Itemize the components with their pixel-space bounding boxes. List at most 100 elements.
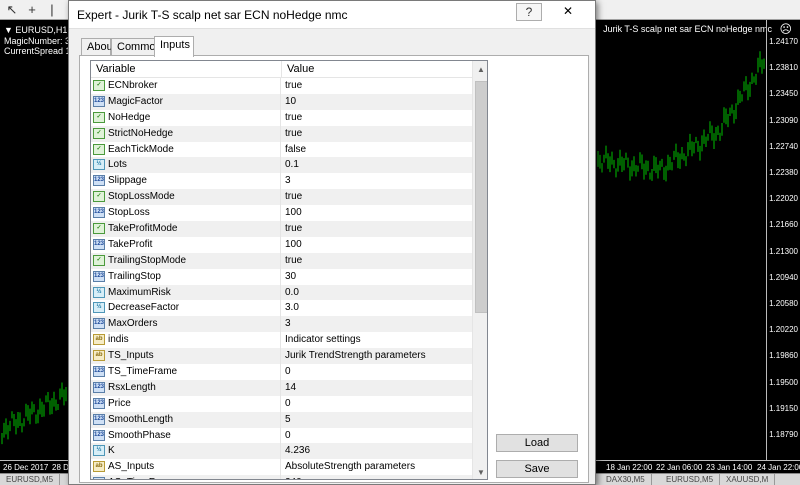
value-cell[interactable]: 5 bbox=[282, 412, 472, 428]
value-cell[interactable]: true bbox=[282, 126, 472, 142]
chart-tab[interactable]: EURUSD,M5 bbox=[660, 474, 721, 485]
value-cell[interactable]: true bbox=[282, 189, 472, 205]
column-value[interactable]: Value bbox=[282, 61, 472, 78]
scroll-thumb[interactable] bbox=[475, 81, 487, 313]
value-cell[interactable]: 10 bbox=[282, 94, 472, 110]
variable-cell[interactable]: 123 RsxLength bbox=[91, 379, 281, 396]
input-row[interactable]: ab indis Indicator settings bbox=[91, 332, 472, 349]
value-cell[interactable]: 100 bbox=[282, 205, 472, 221]
tab-inputs[interactable]: Inputs bbox=[154, 36, 194, 57]
price-label: 1.20220 bbox=[769, 325, 798, 335]
input-row[interactable]: ½ MaximumRisk 0.0 bbox=[91, 284, 472, 301]
variable-cell[interactable]: ab indis bbox=[91, 332, 281, 349]
variable-cell[interactable]: 123 SmoothLength bbox=[91, 411, 281, 428]
load-button[interactable]: Load bbox=[496, 434, 578, 452]
input-row[interactable]: ✓ NoHedge true bbox=[91, 109, 472, 126]
variable-cell[interactable]: ✓ ECNbroker bbox=[91, 78, 281, 94]
variable-cell[interactable]: ½ MaximumRisk bbox=[91, 284, 281, 301]
crosshair-icon[interactable]: + bbox=[24, 2, 40, 18]
variable-cell[interactable]: 123 TrailingStop bbox=[91, 268, 281, 285]
chart-tab[interactable]: XAUUSD,M bbox=[720, 474, 776, 485]
value-cell[interactable]: true bbox=[282, 110, 472, 126]
input-row[interactable]: ½ Lots 0.1 bbox=[91, 157, 472, 174]
value-cell[interactable]: Jurik TrendStrength parameters bbox=[282, 348, 472, 364]
input-row[interactable]: ✓ StrictNoHedge true bbox=[91, 125, 472, 142]
value-cell[interactable]: 30 bbox=[282, 269, 472, 285]
chart-tab[interactable]: DAX30,M5 bbox=[600, 474, 652, 485]
input-row[interactable]: 123 RsxLength 14 bbox=[91, 379, 472, 396]
value-cell[interactable]: 0 bbox=[282, 364, 472, 380]
variable-cell[interactable]: 123 TakeProfit bbox=[91, 236, 281, 253]
input-row[interactable]: ✓ ECNbroker true bbox=[91, 78, 472, 94]
variable-cell[interactable]: 123 TS_TimeFrame bbox=[91, 364, 281, 380]
variable-cell[interactable]: ½ DecreaseFactor bbox=[91, 300, 281, 317]
value-cell[interactable]: 3 bbox=[282, 316, 472, 332]
input-row[interactable]: 123 MaxOrders 3 bbox=[91, 316, 472, 333]
input-row[interactable]: ½ DecreaseFactor 3.0 bbox=[91, 300, 472, 317]
input-row[interactable]: ✓ StopLossMode true bbox=[91, 189, 472, 206]
value-cell[interactable]: AbsoluteStrength parameters bbox=[282, 459, 472, 475]
input-row[interactable]: ab TS_Inputs Jurik TrendStrength parameter… bbox=[91, 348, 472, 365]
chart-tab[interactable]: EURUSD,M5 bbox=[0, 474, 61, 485]
cursor-icon[interactable]: ↖ bbox=[4, 2, 20, 18]
variable-cell[interactable]: 123AS_TimeFrame bbox=[91, 475, 281, 479]
value-cell[interactable]: true bbox=[282, 253, 472, 269]
help-button[interactable]: ? bbox=[516, 3, 542, 21]
save-button[interactable]: Save bbox=[496, 460, 578, 478]
variable-cell[interactable]: ½K bbox=[91, 443, 281, 460]
value-cell[interactable]: 3 bbox=[282, 173, 472, 189]
input-row[interactable]: 123 SmoothPhase 0 bbox=[91, 427, 472, 444]
input-row[interactable]: 123 SmoothLength 5 bbox=[91, 411, 472, 428]
variable-cell[interactable]: ✓ TakeProfitMode bbox=[91, 221, 281, 237]
input-row[interactable]: ab AS_Inputs AbsoluteStrength parameters bbox=[91, 459, 472, 476]
variable-cell[interactable]: ab AS_Inputs bbox=[91, 459, 281, 476]
value-cell[interactable]: 0.0 bbox=[282, 285, 472, 301]
variable-cell[interactable]: 123 StopLoss bbox=[91, 205, 281, 222]
input-row[interactable]: 123 MagicFactor 10 bbox=[91, 93, 472, 110]
tab-about[interactable]: About bbox=[81, 38, 116, 56]
value-cell[interactable]: true bbox=[282, 78, 472, 94]
scroll-down-icon[interactable]: ▼ bbox=[473, 464, 487, 479]
scroll-up-icon[interactable]: ▲ bbox=[473, 61, 487, 78]
variable-cell[interactable]: ✓ StrictNoHedge bbox=[91, 125, 281, 142]
variable-cell[interactable]: 123 MagicFactor bbox=[91, 93, 281, 110]
input-row[interactable]: 123 TakeProfit 100 bbox=[91, 236, 472, 253]
variable-cell[interactable]: ✓ StopLossMode bbox=[91, 189, 281, 206]
input-row[interactable]: 123AS_TimeFrame240 bbox=[91, 475, 472, 479]
variable-cell[interactable]: 123 MaxOrders bbox=[91, 316, 281, 333]
input-row[interactable]: 123 Slippage 3 bbox=[91, 173, 472, 190]
variable-cell[interactable]: ½ Lots bbox=[91, 157, 281, 174]
value-cell[interactable]: 4.236 bbox=[282, 443, 472, 459]
vertical-line-icon[interactable]: | bbox=[44, 2, 60, 18]
grid-scrollbar[interactable]: ▲ ▼ bbox=[472, 61, 487, 479]
value-cell[interactable]: 14 bbox=[282, 380, 472, 396]
value-cell[interactable]: 3.0 bbox=[282, 300, 472, 316]
input-row[interactable]: 123 TrailingStop 30 bbox=[91, 268, 472, 285]
input-row[interactable]: ✓ TrailingStopMode true bbox=[91, 252, 472, 269]
variable-cell[interactable]: ✓ EachTickMode bbox=[91, 141, 281, 158]
dialog-titlebar[interactable]: Expert - Jurik T-S scalp net sar ECN noH… bbox=[69, 1, 595, 29]
input-row[interactable]: 123 TS_TimeFrame 0 bbox=[91, 364, 472, 380]
value-cell[interactable]: true bbox=[282, 221, 472, 237]
value-cell[interactable]: 0.1 bbox=[282, 157, 472, 173]
column-variable[interactable]: Variable bbox=[91, 61, 282, 78]
variable-cell[interactable]: ✓ TrailingStopMode bbox=[91, 252, 281, 269]
input-row[interactable]: 123 StopLoss 100 bbox=[91, 205, 472, 222]
close-button[interactable]: ✕ bbox=[545, 1, 591, 21]
value-cell[interactable]: 0 bbox=[282, 396, 472, 412]
value-cell[interactable]: 100 bbox=[282, 237, 472, 253]
input-row[interactable]: ½ K 4.236 bbox=[91, 443, 472, 460]
input-row[interactable]: ✓ TakeProfitMode true bbox=[91, 221, 472, 237]
input-row[interactable]: ✓ EachTickMode false bbox=[91, 141, 472, 158]
value-cell[interactable]: Indicator settings bbox=[282, 332, 472, 348]
variable-cell[interactable]: 123 SmoothPhase bbox=[91, 427, 281, 444]
variable-cell[interactable]: 123 Price bbox=[91, 395, 281, 412]
input-row[interactable]: 123 Price 0 bbox=[91, 395, 472, 412]
tab-common[interactable]: Common bbox=[111, 38, 162, 56]
variable-cell[interactable]: ✓ NoHedge bbox=[91, 109, 281, 126]
value-cell[interactable]: 0 bbox=[282, 428, 472, 444]
value-cell[interactable]: false bbox=[282, 142, 472, 158]
variable-cell[interactable]: ab TS_Inputs bbox=[91, 348, 281, 365]
variable-cell[interactable]: 123 Slippage bbox=[91, 173, 281, 190]
value-cell[interactable]: 240 bbox=[282, 475, 472, 479]
